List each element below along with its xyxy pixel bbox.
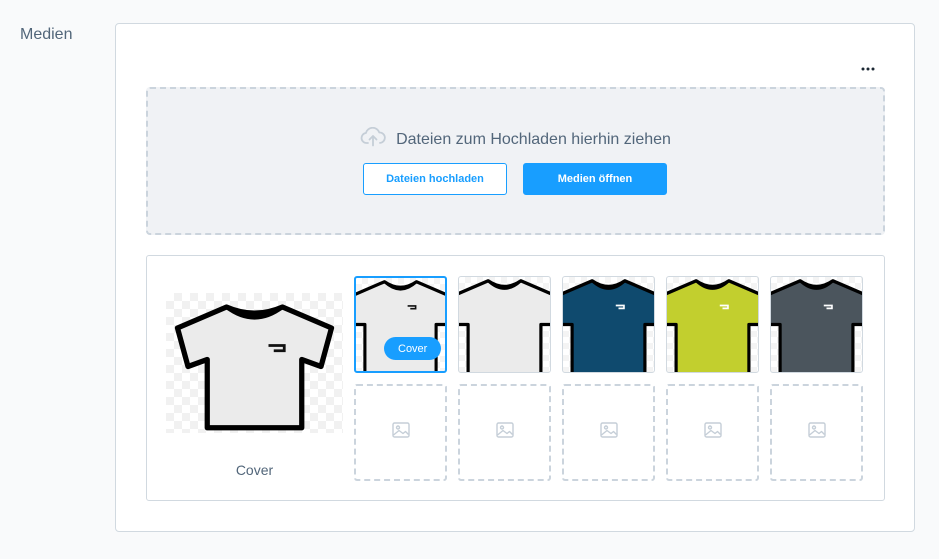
media-gallery: Cover Cover xyxy=(146,255,885,501)
cloud-upload-icon xyxy=(360,126,386,152)
open-media-button[interactable]: Medien öffnen xyxy=(523,163,667,195)
cover-image-preview[interactable] xyxy=(166,293,343,433)
media-slot-placeholder[interactable] xyxy=(354,384,447,481)
media-slot-placeholder[interactable] xyxy=(770,384,863,481)
media-thumbnail-tshirt-slate[interactable] xyxy=(770,276,863,373)
section-label-media: Medien xyxy=(20,26,73,43)
image-placeholder-icon xyxy=(807,422,826,443)
media-thumbnail-tshirt-white-logo[interactable]: Cover xyxy=(354,276,447,373)
media-thumbnail-tshirt-lime[interactable] xyxy=(666,276,759,373)
media-slot-placeholder[interactable] xyxy=(666,384,759,481)
dropzone-title: Dateien zum Hochladen hierhin ziehen xyxy=(396,130,671,148)
upload-dropzone[interactable]: Dateien zum Hochladen hierhin ziehen Dat… xyxy=(146,87,885,235)
image-placeholder-icon xyxy=(495,422,514,443)
media-slot-placeholder[interactable] xyxy=(458,384,551,481)
upload-files-button[interactable]: Dateien hochladen xyxy=(363,163,507,195)
media-slot-placeholder[interactable] xyxy=(562,384,655,481)
cover-badge: Cover xyxy=(384,337,442,360)
image-placeholder-icon xyxy=(703,422,722,443)
cover-caption: Cover xyxy=(235,462,274,478)
media-thumbnail-tshirt-navy[interactable] xyxy=(562,276,655,373)
image-placeholder-icon xyxy=(599,422,618,443)
more-options-button[interactable] xyxy=(857,60,879,74)
media-card: Dateien zum Hochladen hierhin ziehen Dat… xyxy=(115,23,915,532)
image-placeholder-icon xyxy=(391,422,410,443)
media-thumbnail-tshirt-white-plain[interactable] xyxy=(458,276,551,373)
more-horizontal-icon xyxy=(861,58,875,76)
